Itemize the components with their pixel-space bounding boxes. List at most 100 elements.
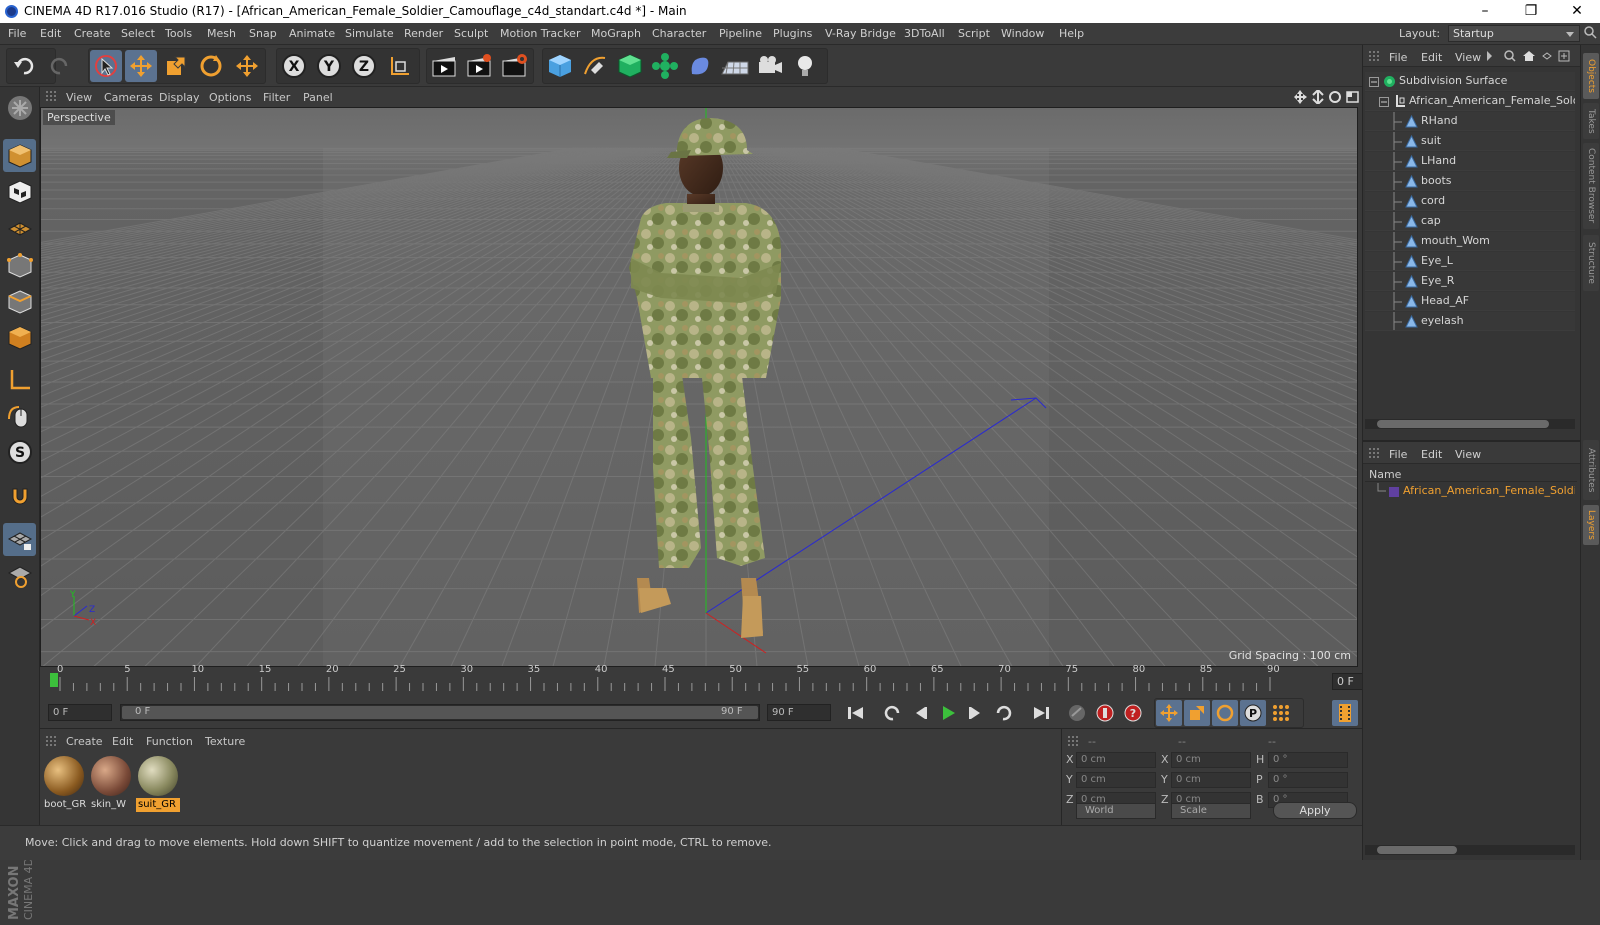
locked-workplane-icon[interactable] [3,523,36,556]
material-swatch-skin[interactable]: skin_W [89,754,133,812]
object-row-boots[interactable]: boots [1365,172,1575,191]
viewport-menu-display[interactable]: Display [159,91,200,104]
size-x-field[interactable]: 0 cm [1171,752,1251,768]
playhead-marker[interactable] [50,673,58,687]
object-row-mouth-wom[interactable]: mouth_Wom [1365,232,1575,251]
menu-character[interactable]: Character [652,27,706,40]
perspective-viewport[interactable]: Y Z X Perspective Grid Spacing : 100 cm [40,107,1358,667]
minimize-button[interactable]: – [1462,0,1508,23]
menu-mograph[interactable]: MoGraph [591,27,641,40]
start-frame-field[interactable]: 0 F [48,704,112,721]
object-row-subdivision-surface[interactable]: Subdivision Surface [1365,72,1575,91]
menu-script[interactable]: Script [958,27,990,40]
menu-mesh[interactable]: Mesh [207,27,236,40]
layout-dropdown[interactable]: Startup [1448,25,1580,42]
cloner-icon[interactable] [649,50,681,82]
objects-menu-edit[interactable]: Edit [1421,51,1442,64]
object-row-suit[interactable]: suit [1365,132,1575,151]
menu-pipeline[interactable]: Pipeline [719,27,762,40]
position-y-field[interactable]: 0 cm [1076,772,1156,788]
previous-frame-icon[interactable] [908,700,934,726]
end-frame-field[interactable]: 90 F [767,704,831,721]
menu-motion-tracker[interactable]: Motion Tracker [500,27,580,40]
camera-label[interactable]: Perspective [43,110,115,125]
camera-icon[interactable] [754,50,786,82]
spline-pen-icon[interactable] [579,50,611,82]
menu-tools[interactable]: Tools [165,27,192,40]
tab-layers[interactable]: Layers [1583,505,1599,545]
objects-menu-view[interactable]: View [1455,51,1481,64]
tab-objects[interactable]: Objects [1583,53,1599,99]
x-axis-lock-icon[interactable]: X [278,50,310,82]
close-button[interactable]: ✕ [1554,0,1600,23]
tab-attributes[interactable]: Attributes [1583,440,1599,500]
menu-window[interactable]: Window [1001,27,1044,40]
make-editable-icon[interactable] [3,91,36,124]
menu-help[interactable]: Help [1059,27,1084,40]
object-row-eyelash[interactable]: eyelash [1365,312,1575,331]
render-view-icon[interactable] [428,50,460,82]
live-selection-icon[interactable] [90,50,122,82]
tweak-mode-icon[interactable] [3,399,36,432]
rotate-tool-icon[interactable] [195,50,227,82]
magnet-icon[interactable] [3,479,36,512]
object-row-eye-r[interactable]: Eye_R [1365,272,1575,291]
preview-range-slider[interactable]: 0 F 90 F [120,704,760,721]
size-y-field[interactable]: 0 cm [1171,772,1251,788]
size-mode-dropdown[interactable]: Scale [1171,803,1251,819]
planar-workplane-icon[interactable] [3,559,36,592]
key-rotation-icon[interactable] [1212,700,1238,726]
render-settings-icon[interactable] [498,50,530,82]
layer-row[interactable]: African_American_Female_Soldier_ [1365,482,1575,501]
redo-icon[interactable] [44,50,76,82]
viewport-menu-cameras[interactable]: Cameras [104,91,153,104]
menu-select[interactable]: Select [121,27,155,40]
deformer-icon[interactable] [684,50,716,82]
viewport-menu-panel[interactable]: Panel [303,91,333,104]
subdivision-surface-icon[interactable] [614,50,646,82]
material-menu-edit[interactable]: Edit [112,735,133,748]
polygons-mode-icon[interactable] [3,321,36,354]
menu-simulate[interactable]: Simulate [345,27,394,40]
render-to-picture-viewer-icon[interactable] [463,50,495,82]
layers-horizontal-scrollbar[interactable] [1365,845,1575,855]
viewport-menu-options[interactable]: Options [209,91,251,104]
menu-file[interactable]: File [8,27,26,40]
key-scale-icon[interactable] [1184,700,1210,726]
search-icon[interactable] [1584,26,1597,42]
y-axis-lock-icon[interactable]: Y [313,50,345,82]
axis-mode-icon[interactable] [3,363,36,396]
viewport-navigation-icons[interactable] [1294,88,1360,107]
z-axis-lock-icon[interactable]: Z [348,50,380,82]
coordinate-system-icon[interactable] [384,50,416,82]
coordinate-space-dropdown[interactable]: World [1076,803,1156,819]
go-to-start-icon[interactable] [843,700,869,726]
material-menu-function[interactable]: Function [146,735,193,748]
snap-icon[interactable]: S [3,435,36,468]
menu-3dtoall[interactable]: 3DToAll [904,27,945,40]
collapse-toggle-icon[interactable] [1369,75,1379,90]
menu-vray-bridge[interactable]: V-Ray Bridge [825,27,896,40]
points-mode-icon[interactable] [3,249,36,282]
maximize-button[interactable]: ❐ [1508,0,1554,23]
object-row-cap[interactable]: cap [1365,212,1575,231]
viewport-menu-filter[interactable]: Filter [263,91,290,104]
next-key-icon[interactable] [990,700,1016,726]
objects-toolbar-icons[interactable] [1487,50,1577,65]
menu-edit[interactable]: Edit [40,27,61,40]
key-position-icon[interactable] [1156,700,1182,726]
go-to-end-icon[interactable] [1028,700,1054,726]
material-menu-create[interactable]: Create [66,735,103,748]
light-icon[interactable] [789,50,821,82]
material-swatch-suit[interactable]: suit_GR [136,754,180,812]
timeline-window-icon[interactable] [1332,700,1358,726]
rotation-p-field[interactable]: 0 ° [1268,772,1348,788]
key-point-level-icon[interactable] [1268,700,1294,726]
tab-takes[interactable]: Takes [1583,103,1599,139]
object-row-group[interactable]: African_American_Female_Soldie [1365,92,1575,111]
object-row-head-af[interactable]: Head_AF [1365,292,1575,311]
objects-menu-file[interactable]: File [1389,51,1407,64]
texture-mode-icon[interactable] [3,175,36,208]
position-x-field[interactable]: 0 cm [1076,752,1156,768]
keyframe-selection-icon[interactable]: ? [1120,700,1146,726]
